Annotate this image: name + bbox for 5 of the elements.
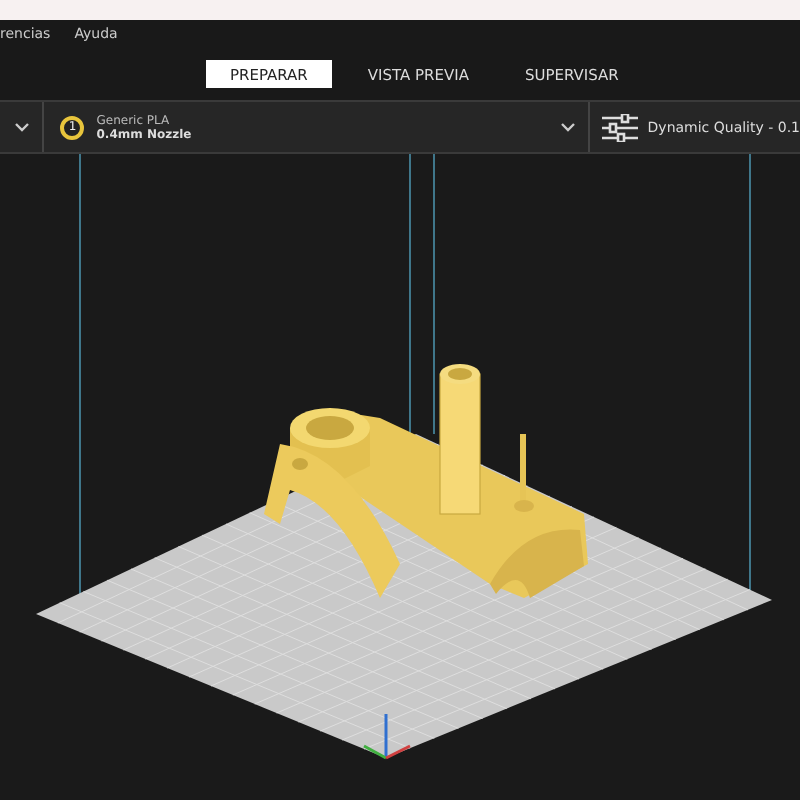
chevron-icon: [13, 122, 30, 132]
pin-model: [514, 434, 534, 512]
sliders-icon: [601, 113, 638, 141]
axis-drawing: [363, 714, 411, 760]
chevron-icon: [559, 122, 576, 132]
